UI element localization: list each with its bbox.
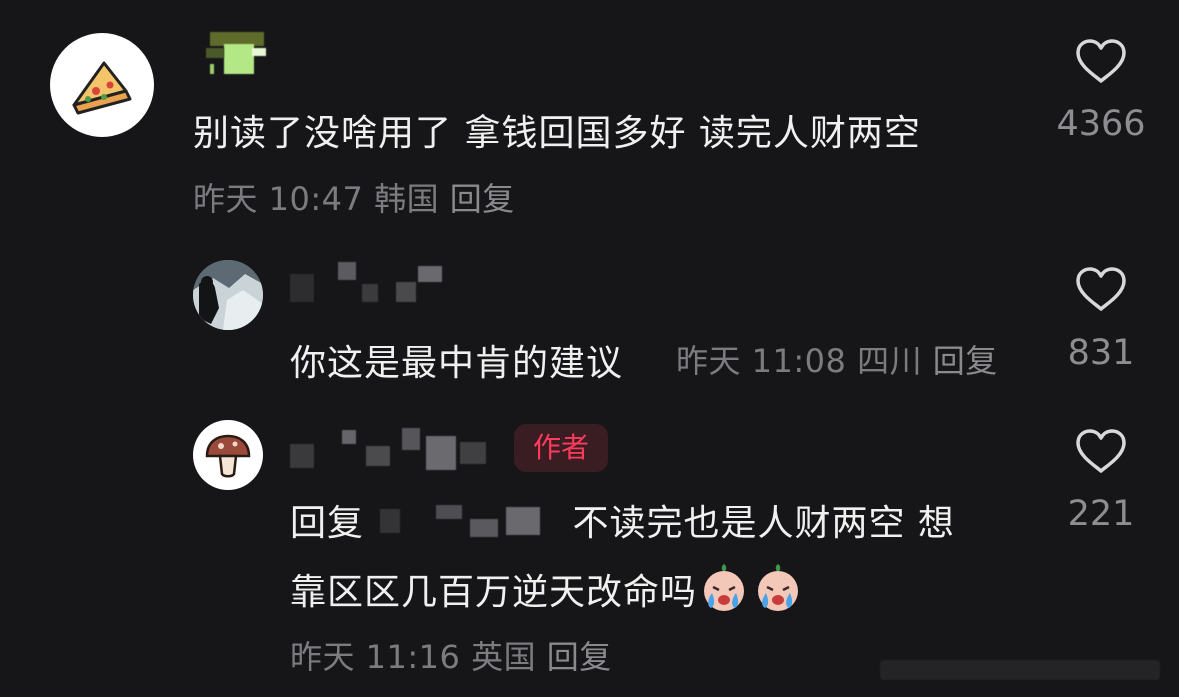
watermark (880, 652, 1170, 688)
heart-icon (1076, 429, 1126, 473)
like-count: 4366 (1056, 104, 1146, 144)
reply-button[interactable]: 回复 (547, 638, 612, 676)
crying-face-emoji (758, 564, 799, 611)
photo-avatar (193, 260, 263, 330)
comment-meta: 昨天 10:47 韩国 回复 (193, 174, 515, 220)
crying-face-emoji (704, 564, 745, 611)
author-badge: 作者 (514, 424, 608, 472)
pizza-icon (72, 61, 132, 115)
heart-icon (1076, 39, 1126, 83)
like-button[interactable] (1075, 428, 1127, 478)
avatar[interactable] (50, 33, 154, 137)
comment-text-line-2: 靠区区几百万逆天改命吗 (290, 560, 805, 615)
username-pixelated[interactable] (206, 32, 266, 76)
comment-time: 昨天 11:08 (676, 342, 847, 380)
comment-text-line-1: 回复 不读完也是人财两空 想 (290, 494, 955, 546)
heart-icon (1076, 267, 1126, 311)
comment-location: 四川 (857, 342, 923, 380)
comment-text: 你这是最中肯的建议 (290, 343, 624, 384)
comment-location: 英国 (471, 638, 537, 676)
comment-text: 靠区区几百万逆天改命吗 (290, 572, 698, 613)
like-count: 221 (1067, 494, 1135, 534)
mentioned-user-pixelated[interactable] (376, 503, 572, 539)
avatar[interactable] (193, 260, 263, 330)
username-pixelated[interactable] (290, 262, 460, 306)
comment-text: 别读了没啥用了 拿钱回国多好 读完人财两空 (193, 113, 921, 154)
mushroom-icon (205, 434, 251, 478)
reply-prefix: 回复 (290, 503, 365, 544)
avatar[interactable] (193, 420, 263, 490)
reply-button[interactable]: 回复 (933, 342, 998, 380)
comment-time: 昨天 11:16 (290, 638, 461, 676)
comment-meta: 昨天 11:08 四川 回复 (676, 336, 998, 382)
username-pixelated[interactable] (290, 428, 500, 472)
comment-time: 昨天 10:47 (193, 180, 364, 218)
comment-location: 韩国 (374, 180, 440, 218)
like-button[interactable] (1075, 266, 1127, 316)
comment-text: 不读完也是人财两空 想 (572, 503, 955, 544)
comment-meta: 昨天 11:16 英国 回复 (290, 632, 612, 678)
reply-button[interactable]: 回复 (450, 180, 515, 218)
like-count: 831 (1067, 333, 1135, 373)
like-button[interactable] (1075, 38, 1127, 88)
